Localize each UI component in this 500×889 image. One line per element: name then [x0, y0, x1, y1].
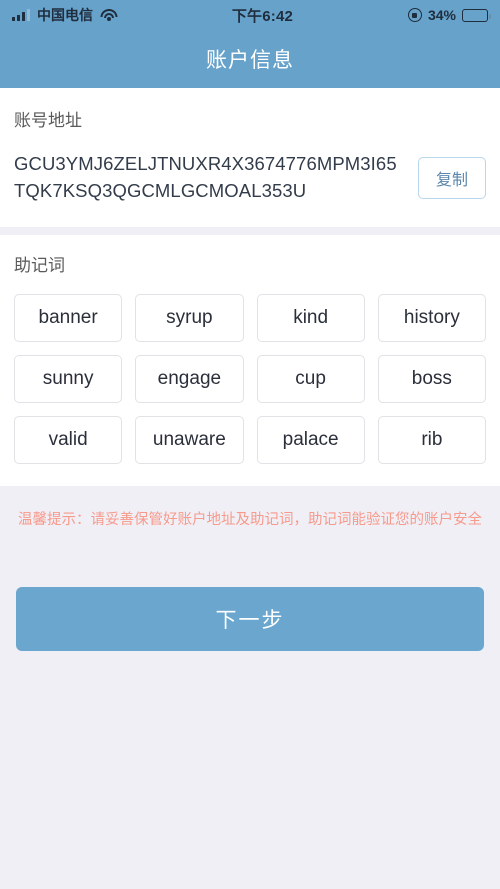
mnemonic-word-chip[interactable]: engage [135, 354, 244, 403]
battery-icon [462, 8, 491, 22]
mnemonic-word-chip[interactable]: unaware [135, 415, 244, 464]
account-address-row: GCU3YMJ6ZELJTNUXR4X3674776MPM3I65TQK7KSQ… [14, 151, 486, 205]
section-divider [0, 226, 500, 235]
wifi-icon [100, 8, 117, 22]
mnemonic-word-chip[interactable]: sunny [14, 354, 123, 403]
mnemonic-word-chip[interactable]: palace [256, 415, 365, 464]
rotation-lock-icon [407, 8, 422, 22]
mnemonic-word-chip[interactable]: banner [14, 293, 123, 342]
mnemonic-word-chip[interactable]: history [377, 293, 486, 342]
mnemonic-word-grid: banner syrup kind history sunny engage cup boss… [14, 293, 486, 464]
mnemonic-word-chip[interactable]: syrup [135, 293, 244, 342]
mnemonic-word-chip[interactable]: kind [256, 293, 365, 342]
status-bar-clock: 下午6:42 [231, 7, 294, 25]
carrier-label: 中国电信 [37, 7, 93, 23]
status-bar-left: 中国电信 [12, 5, 117, 25]
footer-actions: 下一步 [0, 533, 500, 651]
mnemonic-word-chip[interactable]: rib [377, 415, 486, 464]
status-bar-right: 34% [407, 7, 491, 23]
mnemonic-word-chip[interactable]: cup [256, 354, 365, 403]
account-address-card: 账号地址 GCU3YMJ6ZELJTNUXR4X3674776MPM3I65TQ… [0, 88, 500, 227]
next-step-button[interactable]: 下一步 [16, 587, 484, 651]
app-root: 中国电信 下午6:42 34% 账户信息 账号地址 GCU3YMJ6ZELJTN… [0, 0, 500, 889]
mnemonic-word-chip[interactable]: valid [14, 415, 123, 464]
mnemonic-word-chip[interactable]: boss [377, 354, 486, 403]
page-header: 账户信息 [0, 30, 500, 88]
account-address-label: 账号地址 [14, 111, 82, 130]
mnemonic-card: 助记词 banner syrup kind history sunny engage cup… [0, 234, 500, 486]
battery-percent-label: 34% [427, 7, 456, 23]
account-address-value: GCU3YMJ6ZELJTNUXR4X3674776MPM3I65TQK7KSQ… [14, 153, 397, 201]
signal-bars-icon [12, 9, 30, 21]
copy-address-button[interactable]: 复制 [418, 156, 486, 199]
page-title: 账户信息 [206, 49, 294, 72]
mnemonic-label: 助记词 [14, 255, 65, 275]
warning-text: 温馨提示：请妥善保管好账户地址及助记词，助记词能验证您的账户安全 [18, 511, 482, 528]
status-bar: 中国电信 下午6:42 34% [0, 0, 500, 30]
